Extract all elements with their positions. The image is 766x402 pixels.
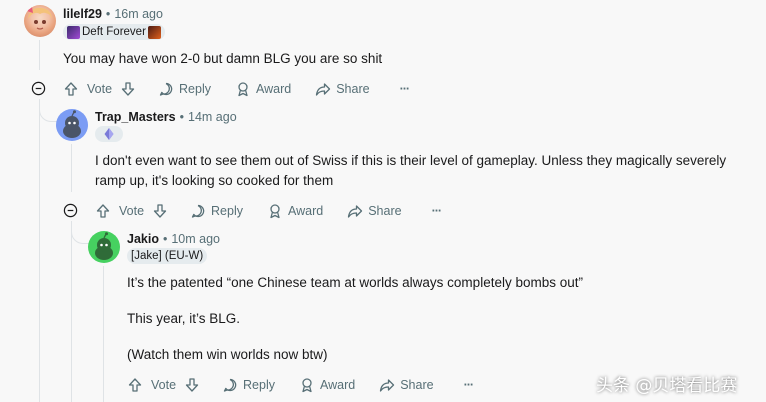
more-options-button[interactable]: ··· — [464, 378, 474, 392]
comment-actions: Vote Reply Award Share ··· — [63, 79, 410, 99]
downvote-button[interactable] — [120, 81, 136, 97]
share-label: Share — [336, 82, 370, 96]
share-button[interactable]: Share — [379, 377, 434, 393]
meta-separator: • — [179, 110, 184, 124]
award-icon — [238, 82, 248, 97]
collapse-thread-button[interactable] — [31, 81, 47, 97]
thread-connector — [39, 104, 57, 122]
comment-body-paragraph: This year, it’s BLG. — [127, 311, 241, 326]
comment-body: I don't even want to see them out of Swi… — [95, 153, 727, 188]
share-icon — [348, 205, 363, 218]
reply-icon — [159, 82, 173, 96]
award-icon — [270, 204, 280, 219]
upvote-button[interactable] — [63, 81, 79, 97]
thread-connector — [71, 226, 89, 244]
avatar-jakio[interactable] — [88, 231, 120, 263]
collapse-thread-button[interactable] — [63, 203, 79, 219]
reply-icon — [191, 204, 205, 218]
award-button[interactable]: Award — [299, 377, 355, 393]
share-label: Share — [368, 204, 402, 218]
upvote-button[interactable] — [95, 203, 111, 219]
collapse-icon — [63, 203, 78, 218]
award-label: Award — [288, 204, 324, 218]
share-button[interactable]: Share — [315, 81, 370, 97]
thread-line[interactable] — [103, 266, 104, 402]
upvote-icon — [96, 204, 110, 218]
award-label: Award — [256, 82, 292, 96]
more-options-button[interactable]: ··· — [400, 82, 410, 96]
comment-timestamp: 10m ago — [171, 232, 221, 246]
reply-label: Reply — [243, 378, 275, 392]
vote-label: Vote — [87, 82, 113, 96]
reply-button[interactable]: Reply — [222, 377, 275, 393]
avatar-lilelf29[interactable] — [24, 5, 56, 37]
flair-emoji-deft-icon — [67, 25, 80, 39]
thread-line[interactable] — [71, 144, 72, 192]
watermark: 头条 @贝塔看比赛 — [596, 376, 738, 396]
meta-separator: • — [105, 7, 111, 21]
upvote-button[interactable] — [127, 377, 143, 393]
thread-line[interactable] — [39, 99, 40, 402]
flair-text: Deft Forever — [82, 26, 146, 38]
downvote-icon — [153, 204, 167, 218]
share-button[interactable]: Share — [347, 203, 402, 219]
thread-line[interactable] — [39, 40, 40, 70]
comment-author[interactable]: Trap_Masters — [95, 110, 176, 124]
meta-separator: • — [162, 232, 168, 246]
upvote-icon — [128, 378, 142, 392]
comment-timestamp: 14m ago — [188, 110, 237, 124]
comment-body-paragraph: (Watch them win worlds now btw) — [127, 347, 328, 362]
user-flair — [95, 126, 123, 142]
reply-icon — [223, 378, 237, 392]
collapse-icon — [31, 81, 46, 96]
diamond-flair-icon — [104, 128, 114, 140]
share-label: Share — [400, 378, 434, 392]
downvote-button[interactable] — [152, 203, 168, 219]
comment-author[interactable]: Jakio — [127, 232, 159, 246]
comment-actions: Vote Reply Award Share ··· — [127, 375, 474, 395]
downvote-icon — [185, 378, 199, 392]
comment-timestamp: 16m ago — [114, 7, 163, 21]
award-label: Award — [320, 378, 356, 392]
award-button[interactable]: Award — [235, 81, 291, 97]
avatar-trap-masters[interactable] — [56, 109, 88, 141]
reply-button[interactable]: Reply — [158, 81, 211, 97]
share-icon — [380, 379, 395, 392]
vote-label: Vote — [119, 204, 145, 218]
reply-label: Reply — [179, 82, 211, 96]
user-flair: [Jake] (EU-W) — [127, 248, 208, 264]
more-options-button[interactable]: ··· — [432, 204, 442, 218]
reply-button[interactable]: Reply — [190, 203, 243, 219]
award-icon — [302, 378, 312, 393]
upvote-icon — [64, 82, 78, 96]
downvote-icon — [121, 82, 135, 96]
thread-line[interactable] — [71, 221, 72, 402]
user-flair: Deft Forever — [63, 24, 165, 40]
flair-text: [Jake] (EU-W) — [131, 250, 204, 262]
comment-body: You may have won 2-0 but damn BLG you ar… — [63, 51, 383, 66]
share-icon — [316, 83, 331, 96]
comment-body-paragraph: It’s the patented “one Chinese team at w… — [127, 275, 583, 290]
reply-label: Reply — [211, 204, 243, 218]
downvote-button[interactable] — [184, 377, 200, 393]
flair-emoji-fire-icon — [147, 25, 161, 39]
vote-label: Vote — [151, 378, 177, 392]
award-button[interactable]: Award — [267, 203, 323, 219]
comment-actions: Vote Reply Award Share ··· — [95, 201, 442, 221]
comment-author[interactable]: lilelf29 — [63, 7, 102, 21]
